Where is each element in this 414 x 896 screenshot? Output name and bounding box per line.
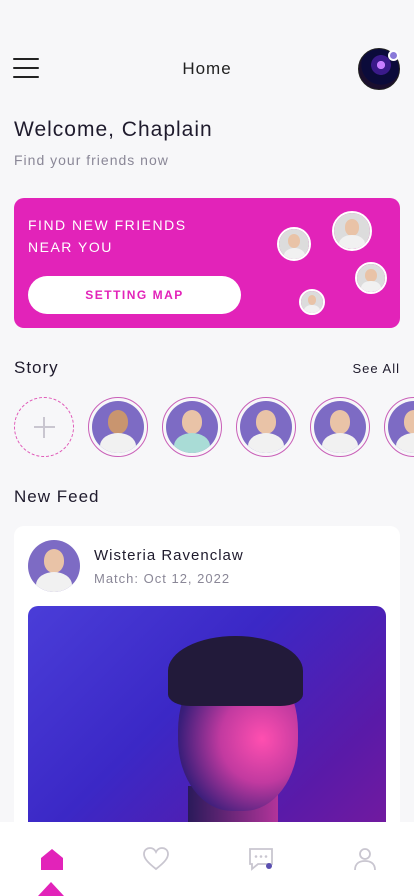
story-section-title: Story: [14, 358, 59, 377]
story-item[interactable]: [88, 397, 148, 457]
find-friends-banner: FIND NEW FRIENDS NEAR YOU SETTING MAP: [14, 198, 400, 328]
story-avatar: [166, 401, 218, 453]
home-icon[interactable]: [37, 844, 67, 874]
friend-photo: [334, 213, 370, 249]
profile-icon[interactable]: [350, 844, 380, 874]
author-photo: [28, 540, 80, 592]
see-all-link[interactable]: See All: [353, 361, 400, 376]
active-tab-indicator: [38, 882, 64, 896]
bottom-navigation: [0, 822, 414, 896]
story-avatar: [92, 401, 144, 453]
feed-post-card[interactable]: Wisteria Ravenclaw Match: Oct 12, 2022: [14, 526, 400, 866]
story-item[interactable]: [310, 397, 370, 457]
story-item[interactable]: [236, 397, 296, 457]
banner-line-1: FIND NEW FRIENDS: [28, 217, 187, 233]
post-match-date: Match: Oct 12, 2022: [94, 571, 231, 586]
nearby-friend-avatar[interactable]: [277, 227, 311, 261]
heart-icon[interactable]: [141, 844, 171, 874]
story-avatar: [240, 401, 292, 453]
app-header: Home: [0, 44, 414, 96]
friend-photo: [301, 291, 323, 313]
page-title: Home: [182, 59, 232, 78]
home-screen: Home Welcome, Chaplain Find your friends…: [0, 0, 414, 896]
friend-photo: [357, 264, 385, 292]
user-avatar[interactable]: [358, 48, 400, 90]
setting-map-button[interactable]: SETTING MAP: [28, 276, 241, 314]
status-dot: [388, 50, 399, 61]
friend-photo: [279, 229, 309, 259]
portrait-hair: [168, 636, 303, 706]
story-item[interactable]: [162, 397, 222, 457]
post-author-avatar[interactable]: [28, 540, 80, 592]
feed-section-title: New Feed: [14, 487, 100, 506]
banner-line-2: NEAR YOU: [28, 239, 113, 255]
story-item[interactable]: [384, 397, 414, 457]
welcome-title: Welcome, Chaplain: [14, 118, 213, 141]
nearby-friend-avatar[interactable]: [332, 211, 372, 251]
story-avatar: [388, 401, 414, 453]
story-avatar: [314, 401, 366, 453]
post-author-name: Wisteria Ravenclaw: [94, 547, 244, 564]
welcome-subtitle: Find your friends now: [14, 152, 169, 168]
banner-text: FIND NEW FRIENDS NEAR YOU: [28, 214, 187, 258]
story-list: [14, 397, 414, 457]
chat-icon[interactable]: [246, 844, 276, 874]
nearby-friend-avatar[interactable]: [299, 289, 325, 315]
nearby-friend-avatar[interactable]: [355, 262, 387, 294]
add-story-button[interactable]: [14, 397, 74, 457]
